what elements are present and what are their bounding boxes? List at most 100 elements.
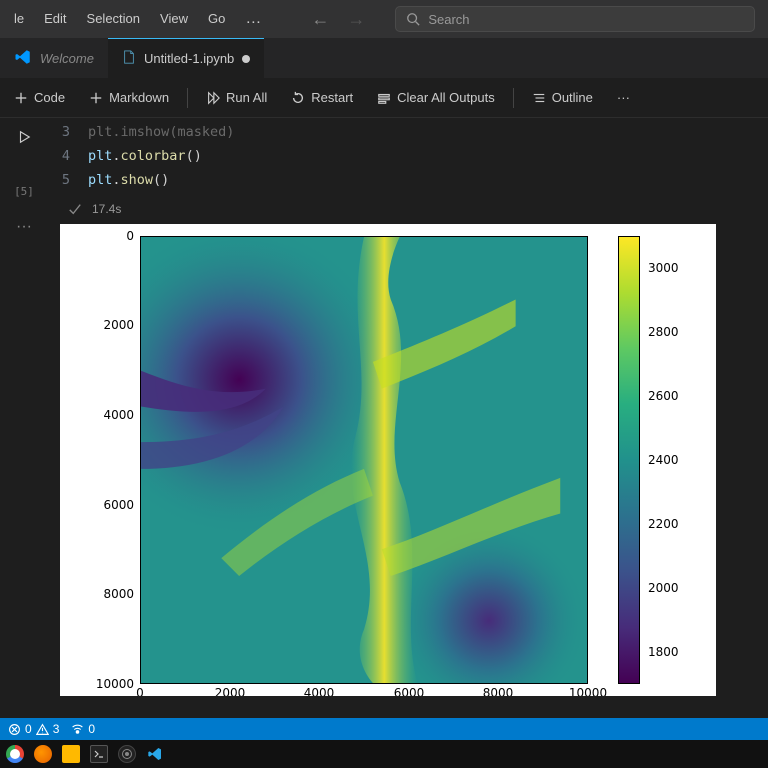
colorbar-tick: 2200 bbox=[648, 517, 679, 531]
error-count: 0 bbox=[25, 722, 32, 736]
y-tick: 0 bbox=[126, 229, 134, 243]
y-tick: 6000 bbox=[103, 498, 134, 512]
cell-more-button[interactable]: ··· bbox=[16, 218, 32, 236]
separator bbox=[187, 88, 188, 108]
menu-item-selection[interactable]: Selection bbox=[77, 5, 150, 33]
outline-button[interactable]: Outline bbox=[524, 86, 601, 109]
taskbar-app-chrome[interactable] bbox=[6, 745, 24, 763]
heatmap-image bbox=[141, 237, 587, 683]
colorbar-tick: 2000 bbox=[648, 581, 679, 595]
outline-icon bbox=[532, 91, 546, 105]
status-problems[interactable]: 0 3 bbox=[8, 722, 59, 736]
heatmap-axes bbox=[140, 236, 588, 684]
line-number: 4 bbox=[48, 144, 88, 168]
run-all-icon bbox=[206, 91, 220, 105]
os-taskbar bbox=[0, 740, 768, 768]
taskbar-app-obs[interactable] bbox=[118, 745, 136, 763]
code-line[interactable]: 4plt.colorbar() bbox=[48, 144, 768, 168]
add-code-label: Code bbox=[34, 90, 65, 105]
restart-icon bbox=[291, 91, 305, 105]
menu-more[interactable]: … bbox=[235, 5, 271, 33]
colorbar-tick: 2800 bbox=[648, 325, 679, 339]
plus-icon bbox=[14, 91, 28, 105]
obs-icon bbox=[121, 748, 133, 760]
execution-count: [5] bbox=[14, 185, 34, 198]
restart-button[interactable]: Restart bbox=[283, 86, 361, 109]
notebook-icon bbox=[122, 50, 136, 67]
broadcast-icon bbox=[71, 723, 84, 736]
dirty-indicator-icon bbox=[242, 55, 250, 63]
editor-tabs: Welcome Untitled-1.ipynb bbox=[0, 38, 768, 78]
outline-label: Outline bbox=[552, 90, 593, 105]
status-ports[interactable]: 0 bbox=[71, 722, 95, 736]
taskbar-app-vscode[interactable] bbox=[146, 745, 164, 763]
tab-label: Welcome bbox=[40, 51, 94, 66]
code-text[interactable]: plt.imshow(masked) bbox=[88, 120, 234, 144]
clear-outputs-label: Clear All Outputs bbox=[397, 90, 495, 105]
code-text[interactable]: plt.show() bbox=[88, 168, 169, 192]
clear-icon bbox=[377, 91, 391, 105]
play-icon bbox=[17, 130, 31, 144]
colorbar bbox=[618, 236, 640, 684]
terminal-icon bbox=[94, 749, 104, 759]
menu-item-edit[interactable]: Edit bbox=[34, 5, 76, 33]
notebook-toolbar: Code Markdown Run All Restart Clear All … bbox=[0, 78, 768, 118]
run-all-label: Run All bbox=[226, 90, 267, 105]
y-tick: 10000 bbox=[96, 677, 134, 691]
code-line[interactable]: 5plt.show() bbox=[48, 168, 768, 192]
add-markdown-label: Markdown bbox=[109, 90, 169, 105]
menu-item-view[interactable]: View bbox=[150, 5, 198, 33]
taskbar-app-terminal[interactable] bbox=[90, 745, 108, 763]
nav-forward-icon: → bbox=[347, 9, 365, 30]
colorbar-tick: 2600 bbox=[648, 389, 679, 403]
y-tick: 4000 bbox=[103, 408, 134, 422]
nav-back-icon[interactable]: ← bbox=[311, 9, 329, 30]
search-icon bbox=[406, 12, 420, 26]
plus-icon bbox=[89, 91, 103, 105]
y-tick: 8000 bbox=[103, 587, 134, 601]
code-line[interactable]: 3plt.imshow(masked) bbox=[48, 120, 768, 144]
x-tick: 0 bbox=[136, 686, 144, 696]
run-all-button[interactable]: Run All bbox=[198, 86, 275, 109]
taskbar-app-files[interactable] bbox=[62, 745, 80, 763]
cell-output-status: 17.4s bbox=[48, 198, 768, 224]
restart-label: Restart bbox=[311, 90, 353, 105]
search-box[interactable]: Search bbox=[395, 6, 755, 32]
vscode-icon bbox=[14, 48, 32, 69]
error-icon bbox=[8, 723, 21, 736]
menu-item-go[interactable]: Go bbox=[198, 5, 235, 33]
toolbar-more-button[interactable]: ··· bbox=[609, 86, 638, 109]
add-markdown-button[interactable]: Markdown bbox=[81, 86, 177, 109]
x-tick: 10000 bbox=[569, 686, 607, 696]
cell-gutter: [5] ··· bbox=[0, 118, 48, 718]
ports-count: 0 bbox=[88, 722, 95, 736]
taskbar-app-firefox[interactable] bbox=[34, 745, 52, 763]
tab-untitled-notebook[interactable]: Untitled-1.ipynb bbox=[108, 38, 264, 78]
status-bar: 0 3 0 bbox=[0, 718, 768, 740]
warning-icon bbox=[36, 723, 49, 736]
colorbar-tick: 3000 bbox=[648, 261, 679, 275]
line-number: 3 bbox=[48, 120, 88, 144]
cell-content: 3plt.imshow(masked)4plt.colorbar()5plt.s… bbox=[48, 118, 768, 718]
check-icon bbox=[68, 202, 82, 216]
line-number: 5 bbox=[48, 168, 88, 192]
add-code-button[interactable]: Code bbox=[6, 86, 73, 109]
vscode-icon bbox=[147, 746, 163, 762]
execution-time: 17.4s bbox=[92, 202, 121, 216]
code-editor[interactable]: 3plt.imshow(masked)4plt.colorbar()5plt.s… bbox=[48, 118, 768, 198]
colorbar-tick: 1800 bbox=[648, 645, 679, 659]
clear-outputs-button[interactable]: Clear All Outputs bbox=[369, 86, 503, 109]
main-menu: le Edit Selection View Go … bbox=[4, 5, 271, 33]
tab-label: Untitled-1.ipynb bbox=[144, 51, 234, 66]
code-text[interactable]: plt.colorbar() bbox=[88, 144, 202, 168]
warning-count: 3 bbox=[53, 722, 60, 736]
nav-arrows: ← → bbox=[311, 9, 365, 30]
search-placeholder: Search bbox=[428, 12, 469, 27]
tab-welcome[interactable]: Welcome bbox=[0, 38, 108, 78]
menu-item-file[interactable]: le bbox=[4, 5, 34, 33]
x-tick: 8000 bbox=[483, 686, 514, 696]
x-tick: 6000 bbox=[394, 686, 425, 696]
y-tick: 2000 bbox=[103, 318, 134, 332]
separator bbox=[513, 88, 514, 108]
run-cell-button[interactable] bbox=[17, 130, 31, 147]
